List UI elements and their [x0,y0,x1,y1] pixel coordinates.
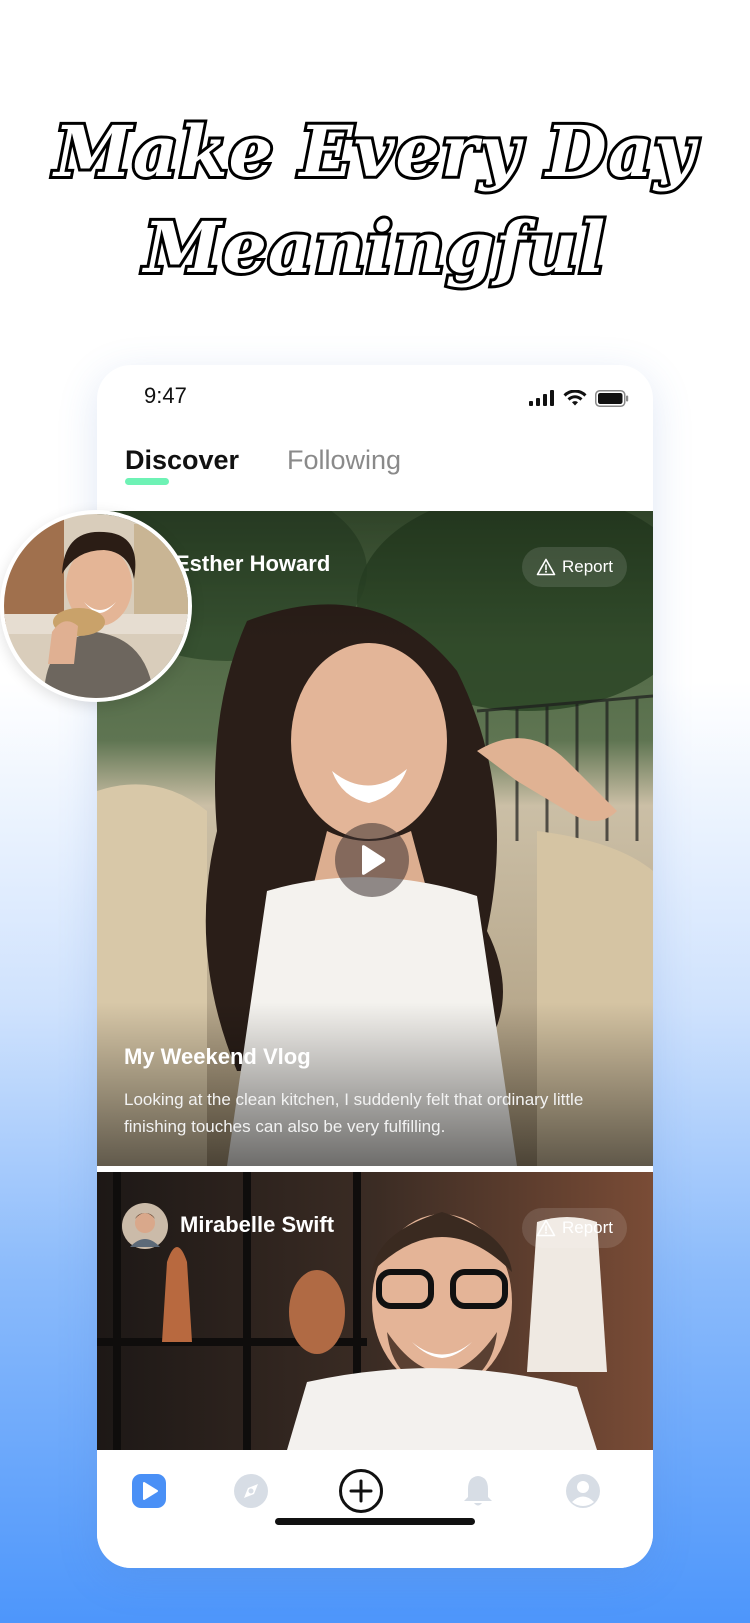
avatar-photo [4,514,188,698]
nav-explore[interactable] [228,1468,274,1514]
cellular-signal-icon [529,390,554,406]
nav-videos[interactable] [126,1468,172,1514]
status-bar: 9:47 [97,365,653,425]
featured-avatar[interactable] [0,510,192,702]
report-label: Report [561,557,613,576]
video-play-icon [132,1474,166,1508]
play-button[interactable] [335,823,409,897]
play-icon [362,845,386,875]
headline: Make Every Day Meaningful [0,104,750,296]
profile-icon [566,1474,600,1508]
status-time: 9:47 [144,383,187,408]
report-button[interactable]: Report [521,547,627,587]
phone-frame: 9:47 Discover Following Esther Howard Re… [97,365,653,1568]
tab-following[interactable]: Following [287,445,401,476]
feed-tabs: Discover Following [97,425,653,513]
tab-discover[interactable]: Discover [125,445,239,476]
author-name[interactable]: Mirabelle Swift [180,1212,334,1238]
bottom-nav [97,1450,653,1568]
home-indicator [275,1518,475,1525]
active-tab-indicator [125,478,169,485]
headline-line-2: Meaningful [141,203,608,292]
report-label: Report [561,1218,613,1237]
video-title: My Weekend Vlog [124,1044,311,1069]
explore-icon [234,1474,268,1508]
warning-icon [536,558,556,576]
author-name[interactable]: Esther Howard [175,551,330,577]
bell-icon [464,1476,492,1506]
nav-notifications[interactable] [455,1468,501,1514]
add-circle-icon [339,1469,383,1513]
video-description: Looking at the clean kitchen, I suddenly… [124,1090,584,1136]
battery-icon [595,389,629,407]
status-icons [529,389,629,407]
warning-icon [536,1219,556,1237]
wifi-icon [563,389,587,405]
headline-line-1: Make Every Day [51,107,697,196]
nav-create[interactable] [338,1468,384,1514]
feed-card[interactable]: Mirabelle Swift Report [97,1172,653,1450]
nav-profile[interactable] [560,1468,606,1514]
author-avatar[interactable] [122,1203,168,1249]
card-header: Mirabelle Swift Report [97,1200,653,1252]
report-button[interactable]: Report [521,1208,627,1248]
